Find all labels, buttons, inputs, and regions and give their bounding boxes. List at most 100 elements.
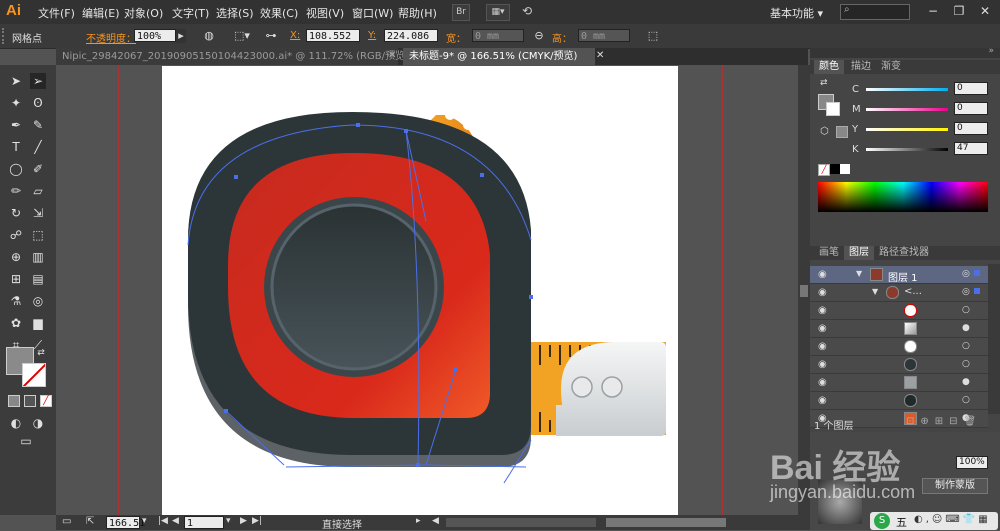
screen-mode-icon[interactable]: ▭	[18, 433, 34, 449]
menu-edit[interactable]: 编辑(E)	[82, 5, 120, 21]
help-search-input[interactable]: ⌕	[840, 4, 910, 20]
expand-icon[interactable]: ▼	[856, 269, 862, 278]
gradient-tool-icon[interactable]: ▤	[30, 271, 46, 287]
target-icon[interactable]: ◎	[962, 287, 970, 297]
direct-selection-tool-icon[interactable]: ➢	[30, 73, 46, 89]
stroke-swatch[interactable]	[22, 363, 46, 387]
blend-tool-icon[interactable]: ◎	[30, 293, 46, 309]
pen-tool-icon[interactable]: ✒	[8, 117, 24, 133]
free-transform-icon[interactable]: ⬚	[30, 227, 46, 243]
black-swatch[interactable]	[830, 164, 840, 174]
transparency-opacity-field[interactable]: 100%	[956, 456, 988, 469]
bridge-button[interactable]: Br	[452, 4, 470, 21]
menu-help[interactable]: 帮助(H)	[398, 5, 437, 21]
prev-artboard-icon[interactable]: ◀	[172, 516, 179, 526]
align-to-icon[interactable]: ⬚▾	[232, 29, 252, 43]
target-icon[interactable]: ○	[962, 359, 970, 369]
curvature-tool-icon[interactable]: ✎	[30, 117, 46, 133]
tab-stroke[interactable]: 描边	[846, 60, 876, 74]
channel-y-field[interactable]: 0	[954, 122, 988, 135]
pencil-icon[interactable]: ✏	[8, 183, 24, 199]
recolor-icon[interactable]: ◍	[202, 29, 216, 43]
channel-m-field[interactable]: 0	[954, 102, 988, 115]
status-menu-icon[interactable]: ▸	[416, 516, 421, 526]
layer-row[interactable]: ◉ ●	[810, 374, 988, 392]
channel-m-slider[interactable]	[866, 108, 948, 111]
default-colors-icon[interactable]: ⇄	[820, 78, 828, 88]
eye-icon[interactable]: ◉	[818, 323, 827, 334]
selection-tool-icon[interactable]: ➤	[8, 73, 24, 89]
width-label[interactable]: 宽：	[446, 30, 466, 45]
tab-close-icon[interactable]: ✕	[388, 50, 396, 61]
eye-icon[interactable]: ◉	[818, 377, 827, 388]
line-tool-icon[interactable]: ╱	[30, 139, 46, 155]
none-swatch[interactable]: ╱	[818, 164, 830, 176]
tab-pathfinder[interactable]: 路径查找器	[874, 246, 934, 260]
color-mode-icon[interactable]	[8, 395, 20, 407]
eye-icon[interactable]: ◉	[818, 341, 827, 352]
opacity-field[interactable]: 100%	[134, 29, 176, 42]
layer-name[interactable]: 图层 1	[888, 269, 918, 284]
link-proportions-icon[interactable]: ⊖	[532, 29, 546, 43]
menu-file[interactable]: 文件(F)	[38, 5, 75, 21]
eye-icon[interactable]: ◉	[818, 287, 827, 298]
eye-icon[interactable]: ◉	[818, 359, 827, 370]
height-field[interactable]: 0 mm	[578, 29, 630, 42]
draw-behind-icon[interactable]: ◑	[30, 415, 46, 431]
perspective-grid-icon[interactable]: ▥	[30, 249, 46, 265]
symbol-sprayer-icon[interactable]: ✿	[8, 315, 24, 331]
export-icon[interactable]: ⇱	[86, 516, 94, 527]
layer-row[interactable]: ◉ ●	[810, 320, 988, 338]
opacity-label[interactable]: 不透明度：	[86, 30, 136, 45]
menu-view[interactable]: 视图(V)	[306, 5, 344, 21]
none-mode-icon[interactable]: ╱	[40, 395, 52, 407]
layer-row[interactable]: ◉ ▼ 图层 1 ◎	[810, 266, 988, 284]
gradient-mode-icon[interactable]	[24, 395, 36, 407]
transform-icon[interactable]: ⬚	[646, 29, 660, 43]
target-icon[interactable]: ●	[962, 323, 970, 333]
layer-row[interactable]: ◉ ○	[810, 356, 988, 374]
layer-actions[interactable]: ⊡⊕⊞⊟🗑	[906, 416, 982, 427]
hscroll-thumb[interactable]	[606, 518, 726, 527]
selected-indicator[interactable]	[974, 288, 980, 294]
tab-brushes[interactable]: 画笔	[814, 246, 844, 260]
last-artboard-icon[interactable]: ▶|	[252, 516, 262, 526]
collapse-icon[interactable]: »	[988, 46, 994, 56]
layer-name[interactable]: <...	[904, 286, 922, 297]
canvas-area[interactable]	[56, 65, 798, 515]
mesh-tool-icon[interactable]: ⊞	[8, 271, 24, 287]
hscroll-left-icon[interactable]: ◀	[432, 516, 439, 526]
y-field[interactable]: 224.086	[384, 29, 438, 42]
tab-nipic-document[interactable]: Nipic_29842067_20190905150104423000.ai* …	[56, 48, 409, 65]
scale-tool-icon[interactable]: ⇲	[30, 205, 46, 221]
channel-c-slider[interactable]	[866, 88, 948, 91]
tab-layers[interactable]: 图层	[844, 246, 874, 260]
menu-window[interactable]: 窗口(W)	[352, 5, 393, 21]
artboard-number-field[interactable]: 1	[184, 516, 224, 529]
channel-k-field[interactable]: 47	[954, 142, 988, 155]
type-tool-icon[interactable]: T	[8, 139, 24, 155]
out-of-gamut-icon[interactable]: ⬡	[820, 126, 829, 137]
x-label[interactable]: X:	[290, 30, 300, 41]
artboard-dropdown-icon[interactable]: ▾	[226, 516, 231, 526]
grip-handle[interactable]	[2, 28, 8, 44]
menu-effect[interactable]: 效果(C)	[260, 5, 298, 21]
height-label[interactable]: 高：	[552, 30, 572, 45]
first-artboard-icon[interactable]: |◀	[158, 516, 168, 526]
next-artboard-icon[interactable]: ▶	[240, 516, 247, 526]
channel-c-field[interactable]: 0	[954, 82, 988, 95]
width-field[interactable]: 0 mm	[472, 29, 524, 42]
minimize-icon[interactable]: −	[924, 3, 942, 19]
layer-row[interactable]: ◉ ○	[810, 302, 988, 320]
target-icon[interactable]: ●	[962, 377, 970, 387]
layer-row[interactable]: ◉ ▼ <... ◎	[810, 284, 988, 302]
column-graph-icon[interactable]: ▆	[30, 315, 46, 331]
eyedropper-icon[interactable]: ⚗	[8, 293, 24, 309]
ellipse-tool-icon[interactable]: ◯	[8, 161, 24, 177]
rotate-tool-icon[interactable]: ↻	[8, 205, 24, 221]
target-icon[interactable]: ○	[962, 341, 970, 351]
arrange-documents-icon[interactable]: ▦▾	[486, 4, 510, 21]
eye-icon[interactable]: ◉	[818, 305, 827, 316]
panel-stroke-swatch[interactable]	[826, 102, 840, 116]
zoom-field[interactable]: 166.51	[106, 516, 145, 529]
